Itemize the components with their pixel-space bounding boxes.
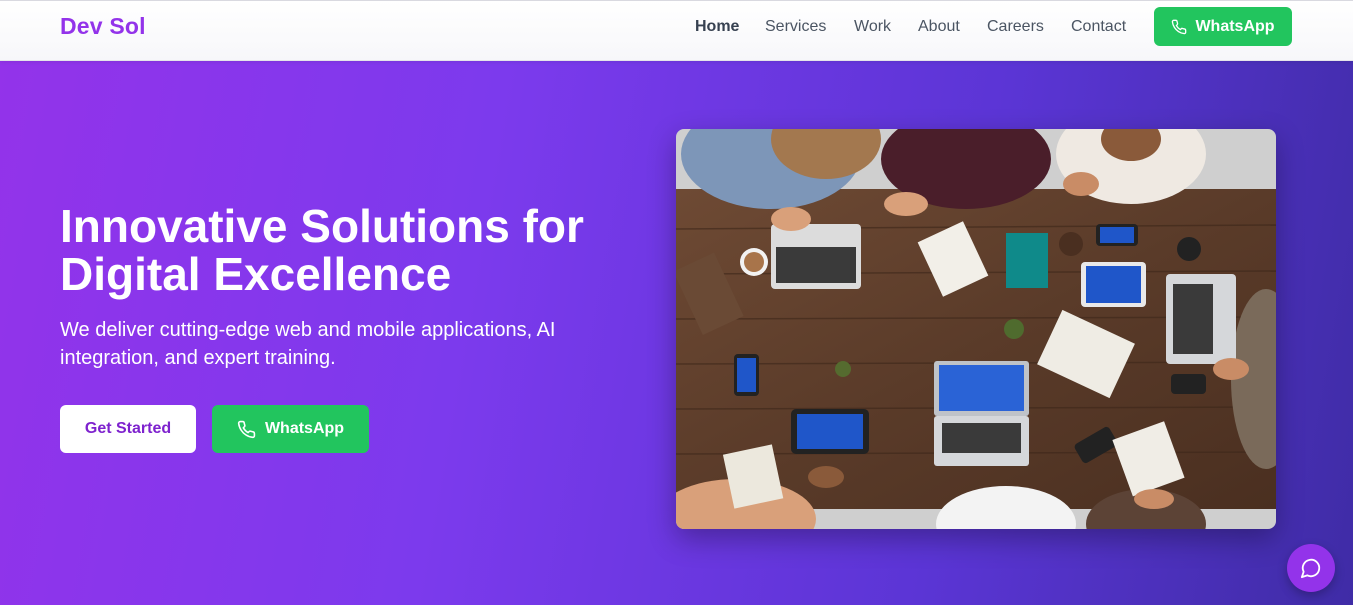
- nav-about[interactable]: About: [918, 18, 960, 36]
- top-navbar: Dev Sol Home Services Work About Careers…: [0, 0, 1353, 61]
- nav-careers[interactable]: Careers: [987, 18, 1044, 36]
- hero-team-photo: [676, 129, 1276, 529]
- get-started-button[interactable]: Get Started: [60, 405, 196, 453]
- phone-icon: [237, 420, 256, 439]
- hero-section: Innovative Solutions for Digital Excelle…: [0, 61, 1353, 605]
- hero-title-line1: Innovative Solutions for: [60, 200, 584, 252]
- nav-contact[interactable]: Contact: [1071, 18, 1126, 36]
- chat-bubble-icon: [1300, 557, 1322, 579]
- hero-title: Innovative Solutions for Digital Excelle…: [60, 202, 660, 298]
- nav-whatsapp-button[interactable]: WhatsApp: [1154, 7, 1292, 46]
- nav-services[interactable]: Services: [765, 18, 826, 36]
- nav-work[interactable]: Work: [854, 18, 891, 36]
- team-meeting-illustration: [676, 129, 1276, 529]
- phone-icon: [1171, 19, 1187, 35]
- nav-links: Home Services Work About Careers Contact: [0, 18, 1353, 38]
- nav-home[interactable]: Home: [695, 18, 739, 36]
- nav-whatsapp-label: WhatsApp: [1195, 17, 1275, 35]
- hero-whatsapp-button[interactable]: WhatsApp: [212, 405, 369, 453]
- hero-subtitle: We deliver cutting-edge web and mobile a…: [60, 319, 556, 369]
- hero-title-line2: Digital Excellence: [60, 248, 452, 300]
- hero-whatsapp-label: WhatsApp: [264, 420, 345, 437]
- chat-widget-button[interactable]: [1287, 544, 1335, 592]
